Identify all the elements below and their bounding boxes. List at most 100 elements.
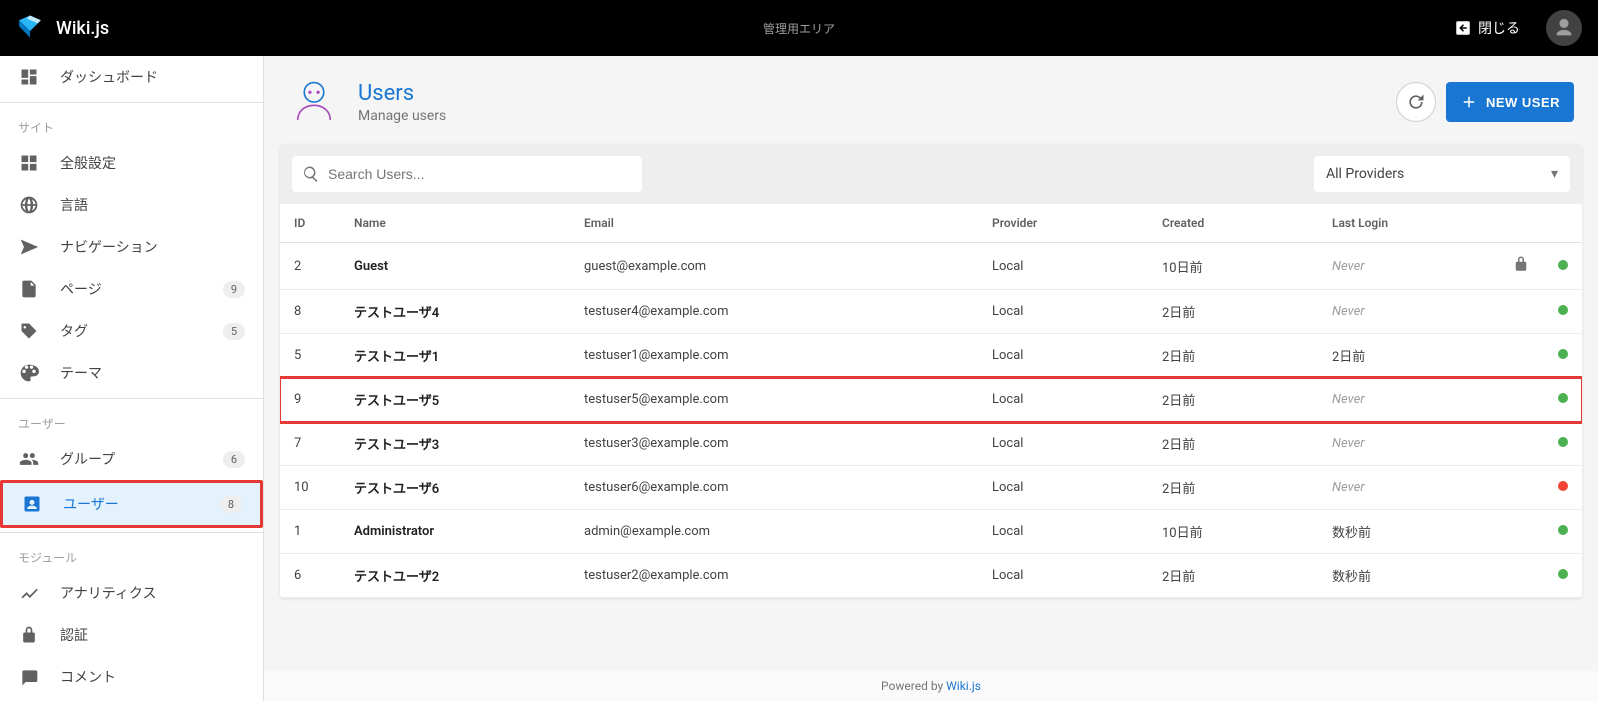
status-dot	[1558, 525, 1568, 535]
col-created[interactable]: Created	[1148, 204, 1318, 243]
sidebar-item-auth[interactable]: 認証	[0, 614, 263, 656]
toolbar: All Providers ▾	[280, 144, 1582, 204]
divider	[0, 102, 263, 103]
cell-created: 2日前	[1148, 554, 1318, 598]
cell-last-login: Never	[1318, 378, 1498, 422]
widgets-icon	[18, 152, 40, 174]
refresh-button[interactable]	[1396, 82, 1436, 122]
cell-last-login: 数秒前	[1318, 554, 1498, 598]
topbar: Wiki.js 管理用エリア 閉じる	[0, 0, 1598, 56]
cell-status	[1544, 334, 1582, 378]
sidebar-item-label: テーマ	[60, 363, 245, 383]
col-name[interactable]: Name	[340, 204, 570, 243]
cell-email: admin@example.com	[570, 510, 978, 554]
table-row[interactable]: 5テストユーザ1testuser1@example.comLocal2日前2日前	[280, 334, 1582, 378]
search-input-wrapper[interactable]	[292, 156, 642, 192]
status-dot	[1558, 260, 1568, 270]
page-icon	[18, 278, 40, 300]
count-badge: 6	[223, 451, 245, 468]
search-input[interactable]	[328, 166, 632, 182]
cell-id: 1	[280, 510, 340, 554]
sidebar-item-locale[interactable]: 言語	[0, 184, 263, 226]
sidebar-item-label: ページ	[60, 279, 203, 299]
cell-lock	[1498, 422, 1544, 466]
sidebar-item-analytics[interactable]: アナリティクス	[0, 572, 263, 614]
sidebar-item-dashboard[interactable]: ダッシュボード	[0, 56, 263, 98]
sidebar-item-comments[interactable]: コメント	[0, 656, 263, 698]
status-dot	[1558, 305, 1568, 315]
lock-icon	[1512, 255, 1530, 273]
cell-name: テストユーザ1	[340, 334, 570, 378]
cell-provider: Local	[978, 466, 1148, 510]
cell-lock	[1498, 290, 1544, 334]
close-button[interactable]: 閉じる	[1444, 12, 1530, 44]
cell-id: 8	[280, 290, 340, 334]
col-last-login[interactable]: Last Login	[1318, 204, 1498, 243]
cell-id: 5	[280, 334, 340, 378]
table-row[interactable]: 8テストユーザ4testuser4@example.comLocal2日前Nev…	[280, 290, 1582, 334]
cell-id: 10	[280, 466, 340, 510]
globe-icon	[18, 194, 40, 216]
brand-text: Wiki.js	[56, 18, 109, 39]
sidebar-item-users[interactable]: ユーザー 8	[3, 483, 260, 525]
cell-status	[1544, 378, 1582, 422]
chevron-down-icon: ▾	[1551, 166, 1558, 182]
cell-lock	[1498, 510, 1544, 554]
count-badge: 9	[223, 281, 245, 298]
table-row[interactable]: 1Administratoradmin@example.comLocal10日前…	[280, 510, 1582, 554]
sidebar-item-label: グループ	[60, 449, 203, 469]
col-email[interactable]: Email	[570, 204, 978, 243]
cell-id: 6	[280, 554, 340, 598]
users-hero-icon	[288, 76, 340, 128]
sidebar-item-general[interactable]: 全般設定	[0, 142, 263, 184]
cell-created: 2日前	[1148, 334, 1318, 378]
sidebar-item-label: ダッシュボード	[60, 67, 245, 87]
cell-last-login: Never	[1318, 243, 1498, 290]
footer-link[interactable]: Wiki.js	[946, 679, 981, 693]
comment-icon	[18, 666, 40, 688]
main-content: Users Manage users NEW USER	[264, 56, 1598, 701]
cell-last-login: Never	[1318, 422, 1498, 466]
new-user-button[interactable]: NEW USER	[1446, 82, 1574, 122]
table-row[interactable]: 10テストユーザ6testuser6@example.comLocal2日前Ne…	[280, 466, 1582, 510]
sidebar-item-groups[interactable]: グループ 6	[0, 438, 263, 480]
brand[interactable]: Wiki.js	[16, 14, 109, 42]
cell-status	[1544, 510, 1582, 554]
cell-status	[1544, 554, 1582, 598]
user-avatar[interactable]	[1546, 10, 1582, 46]
page-title: Users	[358, 81, 446, 106]
cell-last-login: 数秒前	[1318, 510, 1498, 554]
cell-name: テストユーザ4	[340, 290, 570, 334]
provider-select[interactable]: All Providers ▾	[1314, 156, 1570, 192]
cell-email: testuser5@example.com	[570, 378, 978, 422]
sidebar-item-tags[interactable]: タグ 5	[0, 310, 263, 352]
cell-lock	[1498, 334, 1544, 378]
sidebar-item-label: アナリティクス	[60, 583, 245, 603]
lock-icon	[18, 624, 40, 646]
users-table: ID Name Email Provider Created Last Logi…	[280, 204, 1582, 598]
cell-email: testuser4@example.com	[570, 290, 978, 334]
sidebar-item-label: 認証	[60, 625, 245, 645]
cell-email: guest@example.com	[570, 243, 978, 290]
table-row[interactable]: 2Guestguest@example.comLocal10日前Never	[280, 243, 1582, 290]
cell-name: テストユーザ3	[340, 422, 570, 466]
cell-email: testuser1@example.com	[570, 334, 978, 378]
cell-created: 2日前	[1148, 290, 1318, 334]
new-user-label: NEW USER	[1486, 95, 1560, 110]
table-row[interactable]: 7テストユーザ3testuser3@example.comLocal2日前Nev…	[280, 422, 1582, 466]
table-row[interactable]: 6テストユーザ2testuser2@example.comLocal2日前数秒前	[280, 554, 1582, 598]
sidebar-item-pages[interactable]: ページ 9	[0, 268, 263, 310]
col-id[interactable]: ID	[280, 204, 340, 243]
table-row[interactable]: 9テストユーザ5testuser5@example.comLocal2日前Nev…	[280, 378, 1582, 422]
cell-email: testuser2@example.com	[570, 554, 978, 598]
cell-last-login: Never	[1318, 466, 1498, 510]
sidebar-item-navigation[interactable]: ナビゲーション	[0, 226, 263, 268]
sidebar-item-label: ユーザー	[63, 494, 200, 514]
col-provider[interactable]: Provider	[978, 204, 1148, 243]
cell-status	[1544, 466, 1582, 510]
sidebar-item-theme[interactable]: テーマ	[0, 352, 263, 394]
refresh-icon	[1406, 92, 1426, 112]
cell-status	[1544, 422, 1582, 466]
cell-last-login: Never	[1318, 290, 1498, 334]
status-dot	[1558, 349, 1568, 359]
